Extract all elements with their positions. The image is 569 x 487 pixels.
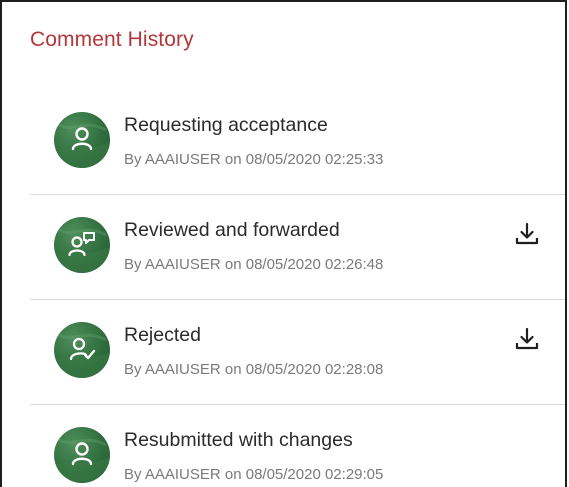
user-check-icon bbox=[69, 337, 96, 361]
user-comment-icon bbox=[68, 232, 95, 257]
comment-meta: By AAAIUSER on 08/05/2020 02:28:08 bbox=[124, 361, 384, 378]
comment-meta: By AAAIUSER on 08/05/2020 02:29:05 bbox=[124, 466, 384, 483]
user-icon bbox=[71, 127, 93, 151]
list-item: Requesting acceptance By AAAIUSER on 08/… bbox=[30, 90, 565, 195]
list-item: Reviewed and forwarded By AAAIUSER on 08… bbox=[30, 195, 565, 300]
comment-title: Requesting acceptance bbox=[124, 114, 328, 136]
avatar bbox=[54, 217, 110, 273]
comment-title: Rejected bbox=[124, 324, 201, 346]
comment-list: Requesting acceptance By AAAIUSER on 08/… bbox=[30, 90, 565, 487]
download-icon[interactable] bbox=[514, 221, 540, 247]
download-icon[interactable] bbox=[514, 326, 540, 352]
avatar bbox=[54, 112, 110, 168]
user-icon bbox=[71, 442, 93, 466]
panel-title: Comment History bbox=[30, 28, 194, 51]
avatar bbox=[54, 427, 110, 483]
list-item: Rejected By AAAIUSER on 08/05/2020 02:28… bbox=[30, 300, 565, 405]
comment-meta: By AAAIUSER on 08/05/2020 02:26:48 bbox=[124, 256, 384, 273]
list-item: Resubmitted with changes By AAAIUSER on … bbox=[30, 405, 565, 487]
avatar bbox=[54, 322, 110, 378]
comment-history-panel: Comment History Requesting acceptance By… bbox=[0, 0, 567, 487]
comment-meta: By AAAIUSER on 08/05/2020 02:25:33 bbox=[124, 151, 384, 168]
comment-title: Reviewed and forwarded bbox=[124, 219, 340, 241]
comment-title: Resubmitted with changes bbox=[124, 429, 353, 451]
